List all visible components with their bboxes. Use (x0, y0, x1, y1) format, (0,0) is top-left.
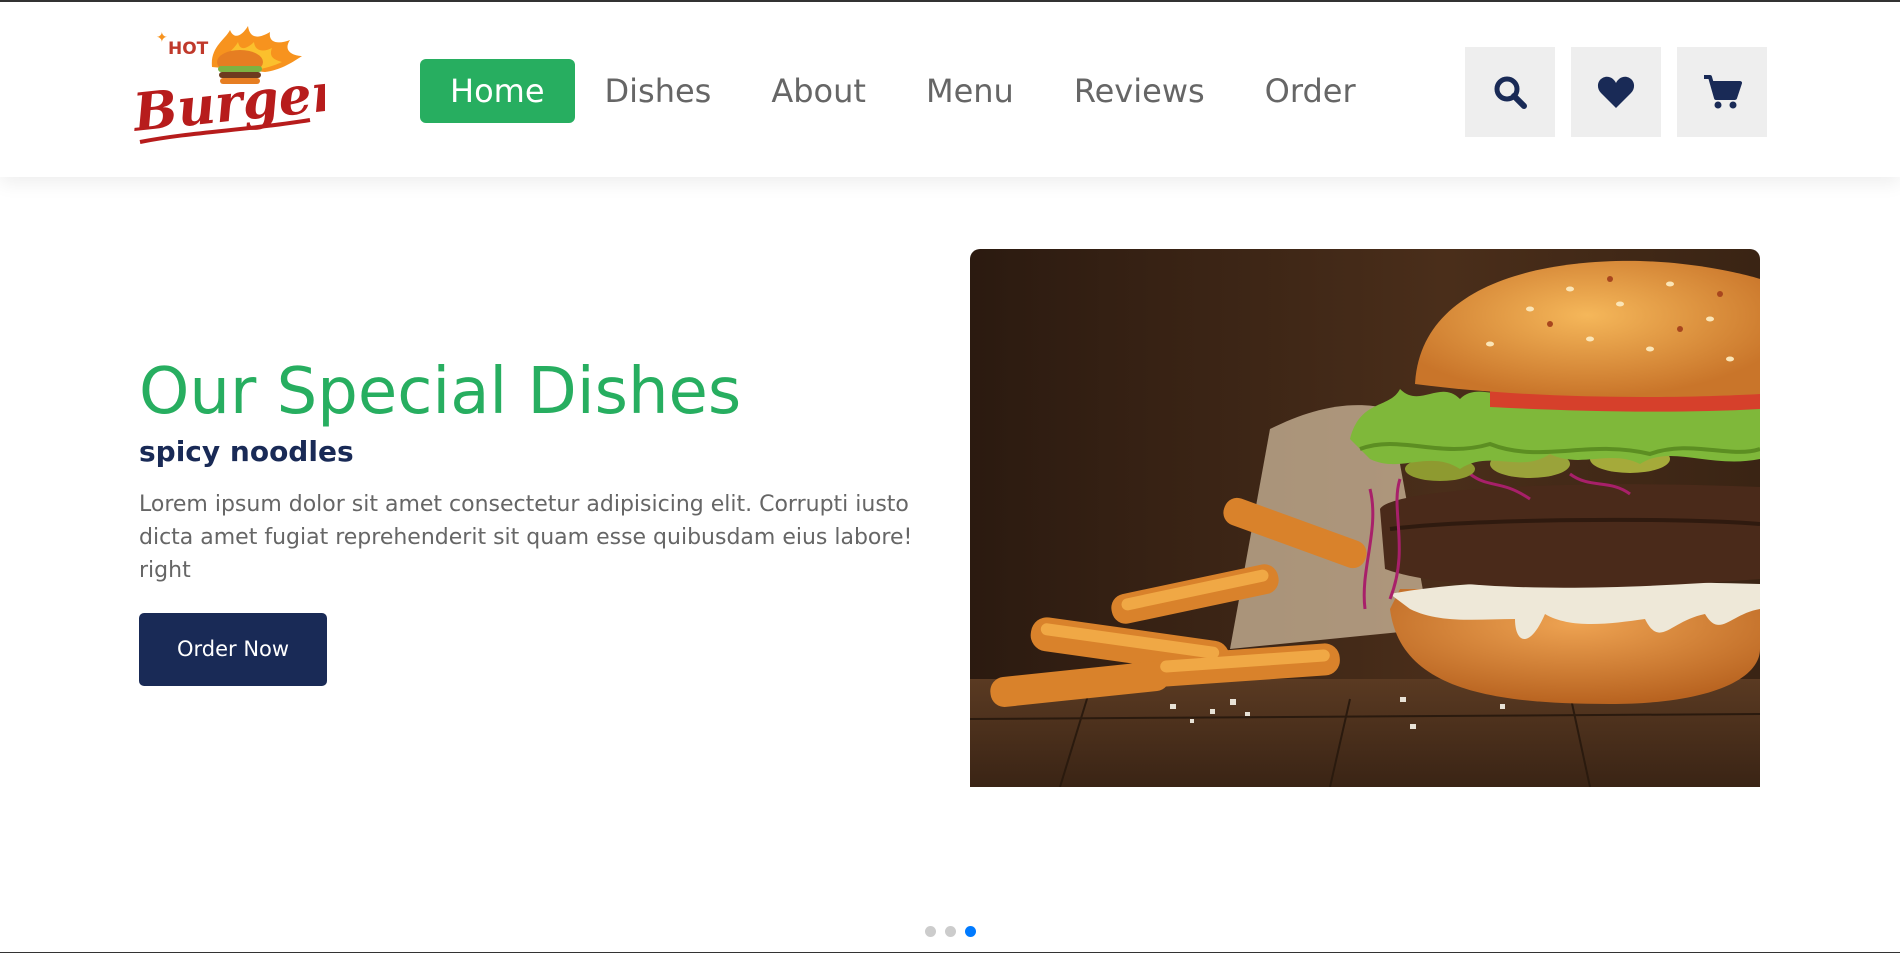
nav-order[interactable]: Order (1235, 59, 1386, 123)
favorites-button[interactable] (1571, 47, 1661, 137)
nav-dishes[interactable]: Dishes (575, 59, 742, 123)
search-icon (1494, 76, 1527, 109)
nav-about[interactable]: About (741, 59, 896, 123)
hero-burger-image (970, 249, 1760, 787)
slider-dot-3[interactable] (965, 926, 976, 937)
svg-text:✦: ✦ (156, 30, 168, 46)
cart-icon (1704, 75, 1742, 109)
nav-menu[interactable]: Menu (896, 59, 1044, 123)
nav-home[interactable]: Home (420, 58, 575, 123)
slider-pagination (925, 926, 976, 937)
logo-hot-text: HOT (168, 39, 209, 59)
header-icons (1465, 47, 1767, 137)
heart-icon (1597, 76, 1635, 108)
main-nav: Home Dishes About Menu Reviews Order (420, 57, 1386, 124)
site-header: ✦ HOT Burgers Home Dishes About Menu Rev… (0, 2, 1900, 177)
cart-button[interactable] (1677, 47, 1767, 137)
slider-dot-2[interactable] (945, 926, 956, 937)
hero-subtitle: spicy noodles (139, 435, 354, 468)
hero-description: Lorem ipsum dolor sit amet consectetur a… (139, 492, 913, 583)
slider-dot-1[interactable] (925, 926, 936, 937)
page: ✦ HOT Burgers Home Dishes About Menu Rev… (0, 0, 1900, 953)
nav-reviews[interactable]: Reviews (1044, 59, 1235, 123)
order-now-button[interactable]: Order Now (139, 613, 328, 686)
search-button[interactable] (1465, 47, 1555, 137)
hero-title: Our Special Dishes (139, 355, 742, 429)
hot-burgers-logo[interactable]: ✦ HOT Burgers (129, 22, 371, 157)
hero-content: Our Special Dishes spicy noodles Lorem i… (139, 352, 939, 686)
